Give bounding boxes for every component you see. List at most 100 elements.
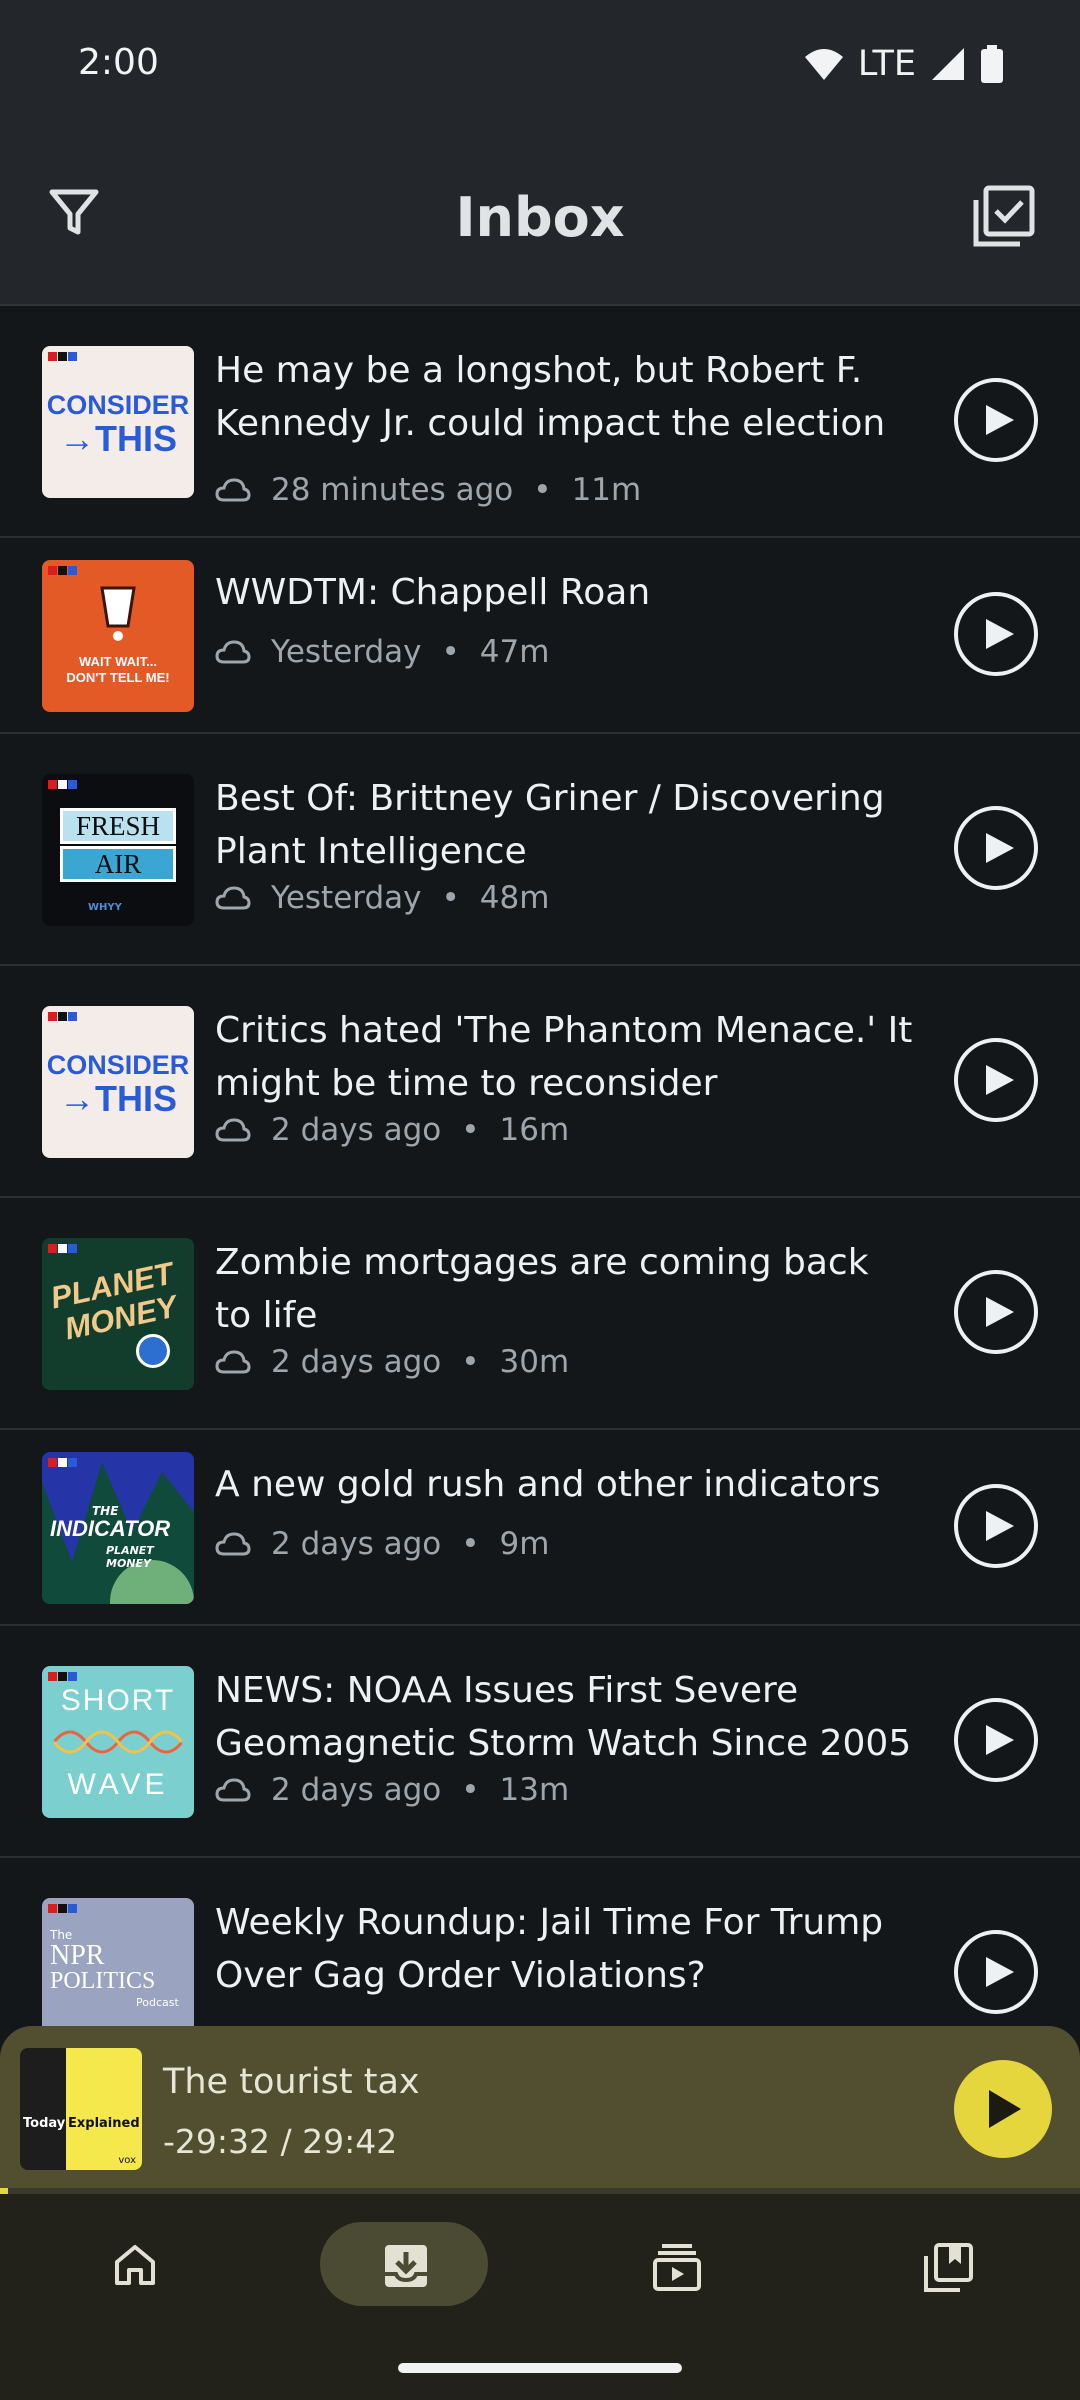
select-all-button[interactable] (972, 184, 1036, 248)
play-button[interactable] (954, 1038, 1038, 1122)
play-button[interactable] (954, 592, 1038, 676)
wave-graphic (54, 1730, 182, 1754)
play-icon (986, 1725, 1014, 1755)
cloud-icon (215, 1118, 251, 1142)
episode-title: Best Of: Brittney Griner / Discovering P… (215, 778, 885, 872)
npr-logo (48, 1244, 77, 1253)
play-icon (986, 1065, 1014, 1095)
nav-queue[interactable] (590, 2222, 758, 2306)
artwork-text: DON'T TELL ME! (66, 670, 170, 685)
separator-dot: • (441, 880, 460, 916)
artwork-text: WAVE (67, 1768, 169, 1801)
artwork-text: CONSIDER (46, 1050, 190, 1080)
episode-row[interactable]: THE INDICATOR PLANET MONEY A new gold ru… (0, 1430, 1080, 1626)
home-icon (115, 2245, 155, 2285)
home-indicator[interactable] (398, 2363, 682, 2373)
artwork-text: vox (118, 2155, 136, 2166)
podcast-artwork: FRESH AIR WHYY (42, 774, 194, 926)
separator-dot: • (441, 634, 460, 670)
episode-age: 2 days ago (271, 1526, 442, 1562)
episode-age: 2 days ago (271, 1772, 442, 1808)
play-icon (986, 619, 1014, 649)
artwork-text: →THIS (58, 1078, 177, 1119)
inbox-download-icon (385, 2245, 427, 2287)
play-button[interactable] (954, 378, 1038, 462)
podcast-artwork: CONSIDER →THIS (42, 346, 194, 498)
nav-inbox[interactable] (320, 2222, 488, 2306)
episode-row[interactable]: PLANET MONEY Zombie mortgages are coming… (0, 1198, 1080, 1430)
cloud-icon (215, 1532, 251, 1556)
artwork-text: INDICATOR (50, 1516, 171, 1541)
cloud-icon (215, 886, 251, 910)
top-app-bar: Inbox (0, 134, 1080, 306)
episode-age: Yesterday (271, 634, 422, 670)
play-icon (986, 1957, 1014, 1987)
episode-row[interactable]: The NPR POLITICS Podcast Weekly Roundup:… (0, 1858, 1080, 2026)
separator-dot: • (461, 1772, 480, 1808)
now-playing-title: The tourist tax (163, 2062, 420, 2102)
mini-player[interactable]: Today Explained vox The tourist tax -29:… (0, 2026, 1080, 2194)
episode-meta: Yesterday • 47m (215, 632, 549, 672)
episode-title: He may be a longshot, but Robert F. Kenn… (215, 350, 886, 444)
episode-title: NEWS: NOAA Issues First Severe Geomagnet… (215, 1670, 912, 1764)
play-button[interactable] (954, 1698, 1038, 1782)
nav-library[interactable] (860, 2222, 1028, 2306)
play-button[interactable] (954, 806, 1038, 890)
episode-row[interactable]: CONSIDER →THIS He may be a longshot, but… (0, 306, 1080, 538)
episode-meta: 2 days ago • 30m (215, 1342, 569, 1382)
episode-meta: 2 days ago • 13m (215, 1770, 569, 1810)
artwork-text: POLITICS (50, 1968, 156, 1994)
podcast-artwork: The NPR POLITICS Podcast (42, 1898, 194, 2026)
network-type: LTE (857, 44, 916, 84)
podcast-artwork: SHORT WAVE (42, 1666, 194, 1818)
cup-icon (100, 586, 136, 641)
play-icon (986, 1297, 1014, 1327)
episode-duration: 16m (499, 1112, 570, 1148)
episode-meta: 2 days ago • 16m (215, 1110, 569, 1150)
artwork-text: FRESH (60, 808, 176, 844)
nav-home[interactable] (50, 2222, 218, 2306)
episode-duration: 47m (479, 634, 550, 670)
artwork-text: Podcast (136, 1996, 179, 2009)
episode-row[interactable]: FRESH AIR WHYY Best Of: Brittney Griner … (0, 734, 1080, 966)
cloud-icon (215, 1778, 251, 1802)
mini-play-button[interactable] (954, 2060, 1052, 2158)
artwork-text: AIR (60, 846, 176, 882)
episode-meta: Yesterday • 48m (215, 878, 549, 918)
play-icon (986, 833, 1014, 863)
play-button[interactable] (954, 1270, 1038, 1354)
now-playing-artwork: Today Explained vox (20, 2048, 142, 2170)
globe-icon (136, 1334, 170, 1368)
now-playing-time: -29:32 / 29:42 (163, 2122, 398, 2161)
episode-row[interactable]: CONSIDER →THIS Critics hated 'The Phanto… (0, 966, 1080, 1198)
cloud-icon (215, 1350, 251, 1374)
npr-logo (48, 1904, 77, 1913)
episode-duration: 13m (499, 1772, 570, 1808)
episode-meta: 2 days ago • 9m (215, 1524, 549, 1564)
play-button[interactable] (954, 1930, 1038, 2014)
podcast-artwork: THE INDICATOR PLANET MONEY (42, 1452, 194, 1604)
episode-age: 28 minutes ago (271, 472, 514, 508)
episode-age: 2 days ago (271, 1112, 442, 1148)
episode-title: Zombie mortgages are coming back to life (215, 1242, 869, 1336)
npr-logo (48, 780, 77, 789)
wifi-icon (804, 49, 843, 80)
podcast-artwork: WAIT WAIT... DON'T TELL ME! (42, 560, 194, 712)
podcast-artwork: CONSIDER →THIS (42, 1006, 194, 1158)
play-icon (989, 2090, 1021, 2128)
episode-list: CONSIDER →THIS He may be a longshot, but… (0, 306, 1080, 2026)
artwork-text: CONSIDER (46, 390, 190, 420)
episode-row[interactable]: WAIT WAIT... DON'T TELL ME! WWDTM: Chapp… (0, 538, 1080, 734)
episode-duration: 30m (499, 1344, 570, 1380)
play-icon (986, 405, 1014, 435)
cloud-icon (215, 640, 251, 664)
library-icon (924, 2243, 973, 2292)
artwork-text: →THIS (58, 418, 177, 459)
battery-icon (981, 45, 1003, 83)
separator-dot: • (461, 1112, 480, 1148)
episode-row[interactable]: SHORT WAVE NEWS: NOAA Issues First Sever… (0, 1626, 1080, 1858)
play-button[interactable] (954, 1484, 1038, 1568)
episode-title: A new gold rush and other indicators (215, 1464, 881, 1505)
episode-meta: 28 minutes ago • 11m (215, 470, 641, 510)
artwork-text: Today (23, 2116, 66, 2131)
